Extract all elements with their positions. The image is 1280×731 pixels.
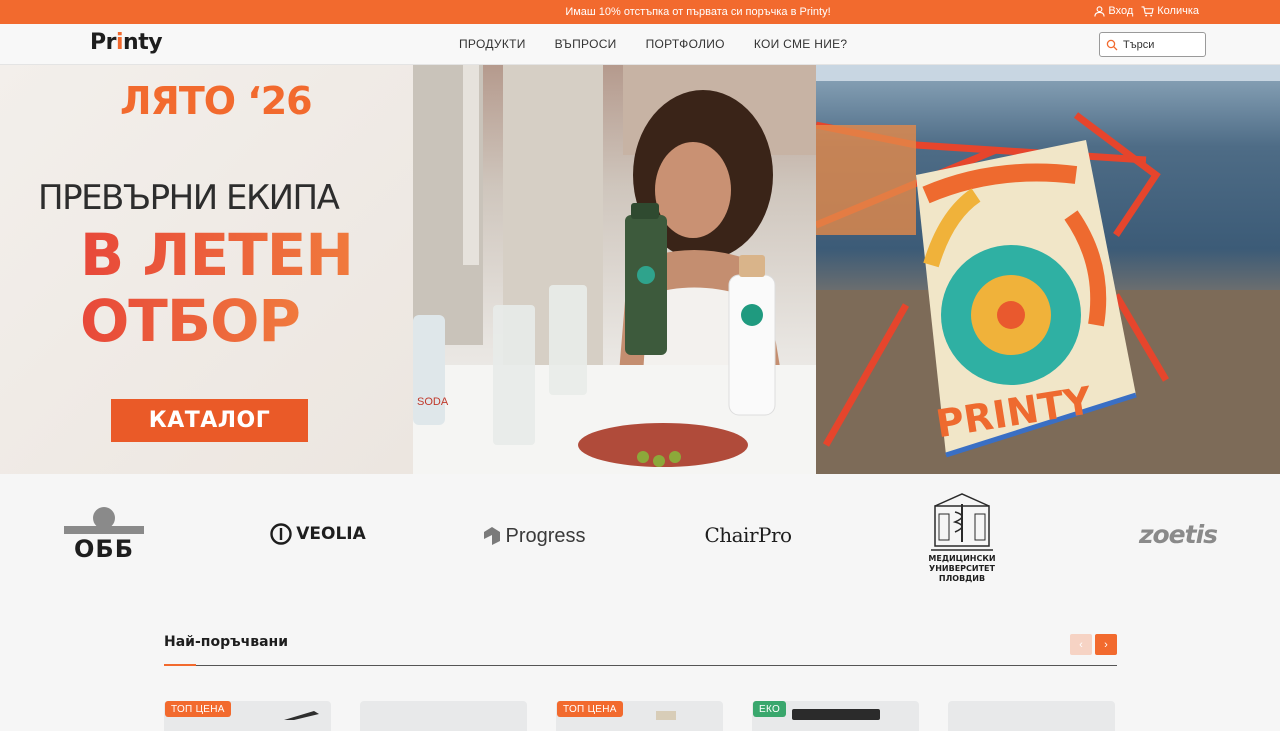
logo-progress-text: Progress: [505, 524, 586, 547]
client-logos: ОББ VEOLIA Progress ChairPro МЕДИЦИНСКИ …: [0, 474, 1280, 594]
search-icon: [1106, 39, 1118, 50]
search-input[interactable]: [1123, 38, 1198, 51]
veolia-mark-icon: [270, 523, 292, 545]
cart-link[interactable]: Количка: [1141, 5, 1199, 17]
progress-mark-icon: [484, 527, 501, 545]
hero-season: ЛЯТО ‘26: [120, 79, 313, 123]
logo-chairpro: ChairPro: [700, 518, 796, 552]
carousel-next-button[interactable]: ›: [1095, 634, 1117, 655]
section-divider: [164, 665, 1117, 666]
site-header: Printy ПРОДУКТИ ВЪПРОСИ ПОРТФОЛИО КОИ СМ…: [0, 24, 1280, 65]
logo-veolia-text: VEOLIA: [296, 524, 366, 544]
product-card[interactable]: [948, 701, 1115, 731]
nav-about[interactable]: КОИ СМЕ НИЕ?: [754, 37, 848, 51]
badge-eco: ЕКО: [753, 701, 787, 717]
bottles-illustration: SODA: [413, 65, 816, 474]
obb-mark-icon: [64, 507, 144, 534]
logo-mu-plovdiv: МЕДИЦИНСКИ УНИВЕРСИТЕТ ПЛОВДИВ: [920, 492, 1004, 584]
logo-chairpro-text: ChairPro: [704, 523, 792, 547]
logo-mu-line3: ПЛОВДИВ: [938, 574, 986, 583]
logo-accent: i: [115, 30, 124, 55]
logo-obb-text: ОББ: [74, 535, 134, 563]
logo-mu-line2: УНИВЕРСИТЕТ: [929, 564, 995, 573]
logo-mu-line1: МЕДИЦИНСКИ: [928, 554, 996, 563]
nav-faq[interactable]: ВЪПРОСИ: [555, 37, 617, 51]
carousel-prev-button[interactable]: ‹: [1070, 634, 1092, 655]
towel-illustration: PRINTY: [816, 65, 1280, 474]
logo-obb: ОББ: [62, 502, 146, 566]
hero-headline-1: ПРЕВЪРНИ ЕКИПА: [38, 178, 340, 218]
badge-top-price: ТОП ЦЕНА: [557, 701, 623, 717]
promo-bar: Имаш 10% отстъпка от първата си поръчка …: [0, 0, 1280, 24]
logo-text: Printy: [90, 30, 163, 55]
logo-zoetis-text: zoetis: [1138, 519, 1218, 549]
login-label: Вход: [1108, 5, 1134, 17]
hero-headline-3: ОТБОР: [80, 287, 301, 355]
section-title-bestsellers: Най-поръчвани: [164, 634, 289, 650]
product-card[interactable]: [360, 701, 527, 731]
user-icon: [1094, 5, 1105, 17]
main-nav: ПРОДУКТИ ВЪПРОСИ ПОРТФОЛИО КОИ СМЕ НИЕ?: [459, 37, 847, 51]
hero-headline-2: В ЛЕТЕН: [80, 221, 354, 289]
account-links: Вход Количка: [1094, 5, 1199, 17]
nav-products[interactable]: ПРОДУКТИ: [459, 37, 526, 51]
catalog-button[interactable]: КАТАЛОГ: [111, 399, 308, 442]
promo-message: Имаш 10% отстъпка от първата си поръчка …: [565, 6, 831, 18]
logo-zoetis: zoetis: [1136, 518, 1220, 550]
mu-plovdiv-crest-icon: [931, 493, 993, 551]
hero-photo-bottles: SODA: [413, 65, 816, 474]
nav-portfolio[interactable]: ПОРТФОЛИО: [646, 37, 725, 51]
hero-text-panel: ЛЯТО ‘26 ПРЕВЪРНИ ЕКИПА В ЛЕТЕН ОТБОР КА…: [0, 65, 413, 474]
logo-veolia: VEOLIA: [270, 520, 366, 548]
search-box[interactable]: [1099, 32, 1206, 57]
badge-top-price: ТОП ЦЕНА: [165, 701, 231, 717]
logo-progress: Progress: [478, 522, 590, 550]
section-divider-accent: [164, 664, 196, 666]
login-link[interactable]: Вход: [1094, 5, 1133, 17]
cart-icon: [1141, 5, 1154, 17]
printy-logo[interactable]: Printy: [90, 30, 163, 55]
hero-photo-towel: PRINTY: [816, 65, 1280, 474]
hero-banner[interactable]: ЛЯТО ‘26 ПРЕВЪРНИ ЕКИПА В ЛЕТЕН ОТБОР КА…: [0, 65, 1280, 474]
soda-label: SODA: [417, 396, 449, 408]
cart-label: Количка: [1157, 5, 1199, 17]
